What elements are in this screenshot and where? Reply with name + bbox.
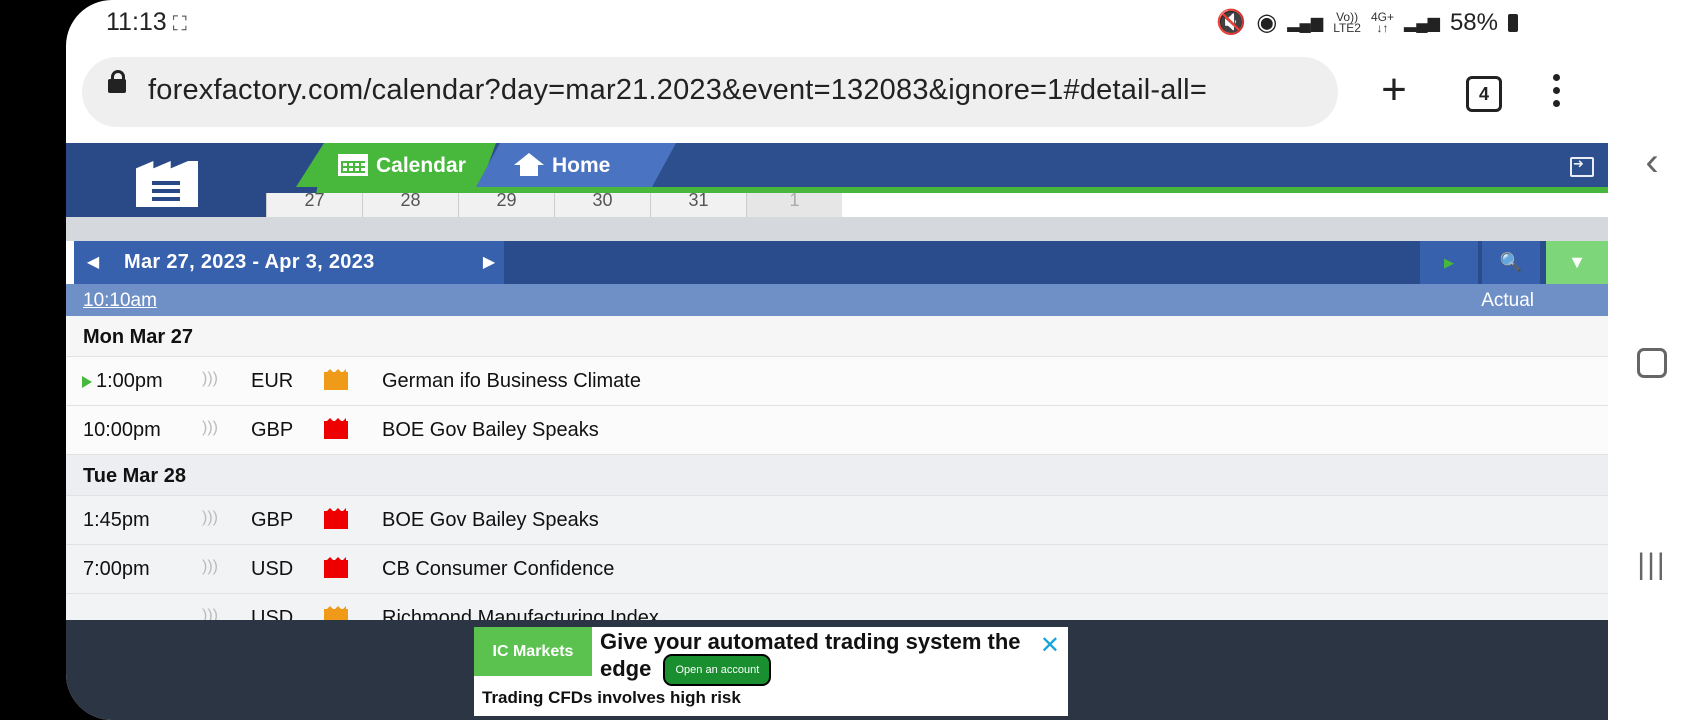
tab-calendar-label: Calendar [376, 154, 466, 177]
battery-icon [1508, 13, 1518, 32]
logout-icon[interactable] [1570, 156, 1594, 177]
impact-high-icon[interactable] [324, 560, 348, 578]
status-bar: 11:13 ⛶ 🔇 ◉ ▂▄▆ Vo)) LTE2 4G+ ↓↑ ▂▄▆ 58% [66, 0, 1608, 46]
play-icon[interactable]: ▶ [1420, 241, 1478, 284]
event-row[interactable]: 7:00pm ))) USD CB Consumer Confidence [66, 545, 1608, 594]
current-event-icon [82, 376, 92, 388]
date-range[interactable]: Mar 27, 2023 - Apr 3, 2023 [124, 251, 375, 274]
ad-cta-button[interactable]: Open an account [663, 654, 772, 686]
hotspot-icon: ◉ [1256, 9, 1278, 36]
range-selector: ◀ Mar 27, 2023 - Apr 3, 2023 ▶ [74, 241, 504, 284]
battery-level: 58% [1449, 8, 1498, 36]
event-row[interactable]: 1:45pm ))) GBP BOE Gov Bailey Speaks [66, 496, 1608, 545]
4g-icon: 4G+ ↓↑ [1370, 9, 1394, 35]
event-time: 7:00pm [83, 558, 150, 580]
tab-home[interactable]: Home [476, 143, 676, 187]
volte-icon: Vo)) LTE2 [1333, 9, 1361, 35]
ad-headline[interactable]: Give your automated trading system the e… [600, 630, 1030, 686]
status-time: 11:13 ⛶ [106, 8, 189, 37]
table-header: 10:10am Actual [66, 284, 1608, 316]
day-31[interactable]: 31 [650, 193, 746, 217]
event-currency: USD [251, 558, 294, 580]
signal-icon: ▂▄▆ [1287, 14, 1324, 32]
day-strip: 27 28 29 30 31 1 [266, 193, 842, 217]
day-27[interactable]: 27 [266, 193, 362, 217]
address-bar[interactable]: forexfactory.com/calendar?day=mar21.2023… [82, 57, 1338, 127]
tab-calendar[interactable]: Calendar [296, 143, 496, 187]
status-icons: 🔇 ◉ ▂▄▆ Vo)) LTE2 4G+ ↓↑ ▂▄▆ 58% [1216, 8, 1518, 37]
events-list: Mon Mar 27 1:00pm ))) EUR German ifo Bus… [66, 316, 1608, 620]
sound-icon[interactable]: ))) [202, 509, 218, 527]
event-time: 10:00pm [83, 419, 161, 441]
calendar-icon [338, 154, 368, 176]
event-row[interactable]: 10:00pm ))) GBP BOE Gov Bailey Speaks [66, 406, 1608, 455]
sound-icon[interactable]: ))) [202, 370, 218, 388]
phone-screen: 11:13 ⛶ 🔇 ◉ ▂▄▆ Vo)) LTE2 4G+ ↓↑ ▂▄▆ 58% … [66, 0, 1608, 720]
event-name[interactable]: German ifo Business Climate [382, 370, 641, 393]
event-name[interactable]: BOE Gov Bailey Speaks [382, 419, 599, 442]
tab-home-label: Home [552, 154, 611, 177]
screenshot-icon: ⛶ [172, 13, 189, 35]
mute-icon: 🔇 [1216, 9, 1247, 36]
event-currency: EUR [251, 370, 294, 392]
event-currency: USD [251, 607, 294, 620]
filter-icon[interactable]: ▼ [1546, 241, 1608, 284]
impact-high-icon[interactable] [324, 421, 348, 439]
back-icon[interactable]: ‹ [1608, 140, 1696, 185]
ad-banner[interactable]: IC Markets Give your automated trading s… [474, 627, 1068, 716]
event-currency: GBP [251, 509, 294, 531]
date-range-bar: ◀ Mar 27, 2023 - Apr 3, 2023 ▶ ▶ 🔍 ▼ [74, 241, 1608, 284]
ad-brand-logo[interactable]: IC Markets [474, 627, 592, 676]
event-currency: GBP [251, 419, 294, 441]
day-header: Mon Mar 27 [66, 316, 1608, 357]
android-nav-bar: ‹ ||| [1608, 0, 1696, 720]
day-28[interactable]: 28 [362, 193, 458, 217]
spacer-band [66, 217, 1608, 241]
event-name[interactable]: CB Consumer Confidence [382, 558, 614, 581]
event-name[interactable]: Richmond Manufacturing Index [382, 607, 659, 620]
day-30[interactable]: 30 [554, 193, 650, 217]
new-tab-button[interactable]: + [1370, 66, 1418, 118]
ad-disclaimer: Trading CFDs involves high risk [482, 688, 741, 707]
url-text[interactable]: forexfactory.com/calendar?day=mar21.2023… [148, 74, 1328, 107]
impact-medium-icon[interactable] [324, 609, 348, 620]
event-name[interactable]: BOE Gov Bailey Speaks [382, 509, 599, 532]
home-nav-icon[interactable] [1608, 348, 1696, 383]
home-icon [514, 153, 544, 176]
current-time-link[interactable]: 10:10am [83, 290, 157, 312]
search-icon[interactable]: 🔍 [1482, 241, 1540, 284]
recents-icon[interactable]: ||| [1608, 548, 1696, 582]
sound-icon[interactable]: ))) [202, 607, 218, 620]
signal-icon-2: ▂▄▆ [1404, 14, 1440, 32]
event-time: 1:45pm [83, 509, 150, 531]
day-1[interactable]: 1 [746, 193, 842, 217]
impact-high-icon[interactable] [324, 511, 348, 529]
tab-switcher-button[interactable]: 4 [1466, 76, 1502, 112]
menu-icon[interactable] [136, 161, 198, 207]
close-icon[interactable]: ✕ [1040, 631, 1060, 660]
impact-medium-icon[interactable] [324, 372, 348, 390]
more-menu-button[interactable] [1546, 74, 1566, 110]
prev-week-icon[interactable]: ◀ [78, 241, 108, 284]
sound-icon[interactable]: ))) [202, 419, 218, 437]
column-actual: Actual [1481, 290, 1534, 311]
clock: 11:13 [106, 8, 167, 36]
event-time: 1:00pm [96, 370, 163, 392]
day-header: Tue Mar 28 [66, 455, 1608, 496]
sound-icon[interactable]: ))) [202, 558, 218, 576]
next-week-icon[interactable]: ▶ [474, 241, 504, 284]
event-row[interactable]: ))) USD Richmond Manufacturing Index [66, 594, 1608, 620]
day-29[interactable]: 29 [458, 193, 554, 217]
event-row[interactable]: 1:00pm ))) EUR German ifo Business Clima… [66, 357, 1608, 406]
lock-icon[interactable] [108, 70, 126, 93]
forexfactory-page: Calendar Home 27 28 29 30 31 1 ◀ Mar 27,… [66, 143, 1608, 620]
